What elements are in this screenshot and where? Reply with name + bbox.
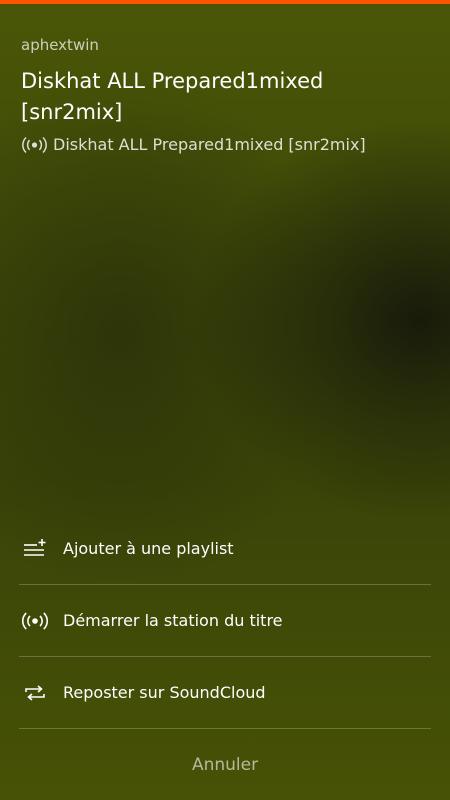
track-header: aphextwin Diskhat ALL Prepared1mixed [sn… (21, 36, 430, 154)
track-title: Diskhat ALL Prepared1mixed [snr2mix] (21, 69, 324, 124)
repost-icon (20, 681, 50, 705)
start-station-label: Démarrer la station du titre (63, 611, 283, 630)
add-to-playlist-icon (20, 537, 50, 561)
repost-label: Reposter sur SoundCloud (63, 683, 266, 702)
repost-button[interactable]: Reposter sur SoundCloud (19, 657, 431, 729)
radio-station-icon (20, 609, 50, 633)
station-label: Diskhat ALL Prepared1mixed [snr2mix] (53, 135, 366, 154)
cancel-button[interactable]: Annuler (0, 745, 450, 785)
add-to-playlist-button[interactable]: Ajouter à une playlist (19, 513, 431, 585)
track-options-menu: Ajouter à une playlist Démarrer la stati… (19, 513, 431, 729)
accent-bar (0, 0, 450, 4)
radio-station-icon (21, 136, 48, 154)
start-station-button[interactable]: Démarrer la station du titre (19, 585, 431, 657)
track-station: Diskhat ALL Prepared1mixed [snr2mix] (21, 135, 430, 154)
add-to-playlist-label: Ajouter à une playlist (63, 539, 234, 558)
artist-name: aphextwin (21, 36, 99, 54)
